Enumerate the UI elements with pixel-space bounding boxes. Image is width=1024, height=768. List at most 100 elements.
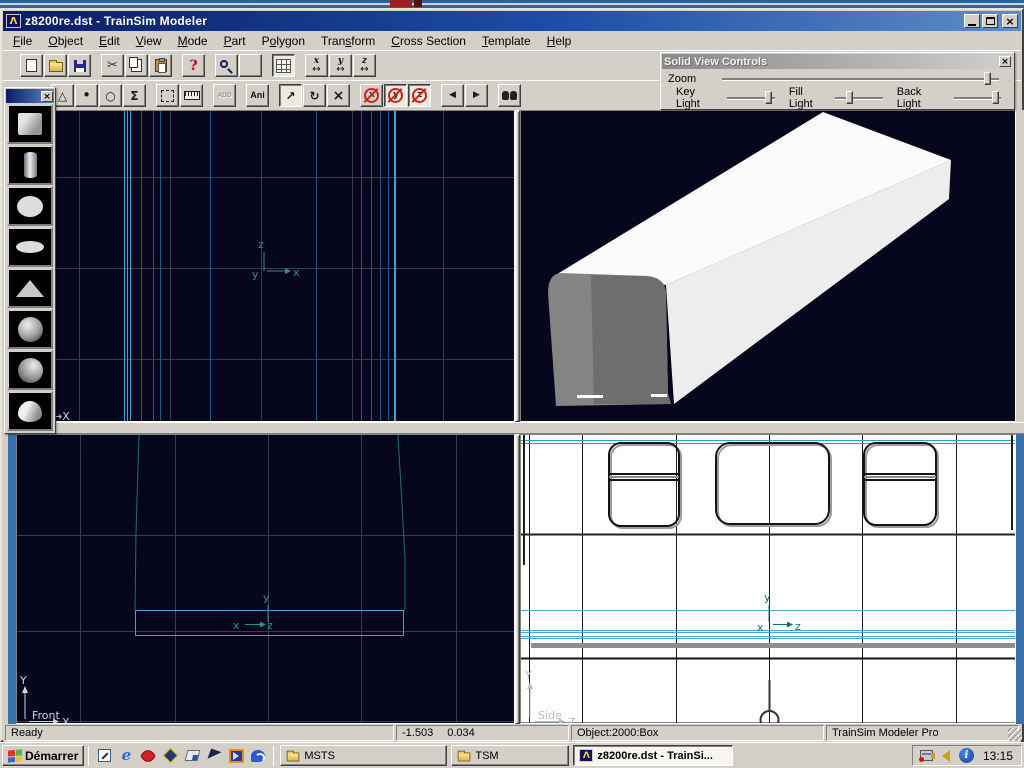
menu-item-part[interactable]: Part (216, 33, 254, 49)
geosphere-primitive-button[interactable] (7, 309, 53, 349)
viewport-front-view[interactable]: y x z Y Front X (16, 434, 515, 724)
back-light-slider[interactable] (954, 91, 1001, 104)
lock-y-button[interactable]: y (384, 84, 407, 107)
lock-z-button[interactable]: z (408, 84, 431, 107)
maximize-button[interactable] (982, 14, 998, 28)
zoom-slider[interactable] (722, 72, 999, 85)
toolbar-separator (92, 54, 101, 77)
pattern-app-icon[interactable] (161, 747, 179, 765)
zoom-out-button[interactable] (239, 54, 262, 77)
cone-primitive-button[interactable] (7, 268, 53, 308)
grid-toggle-button[interactable] (272, 54, 295, 77)
menu-item-file[interactable]: File (5, 33, 40, 49)
task-button-tsm[interactable]: TSM (451, 745, 569, 766)
messenger-icon[interactable] (249, 747, 267, 765)
messenger-info-tray-icon[interactable]: i (959, 748, 974, 763)
cut-button[interactable]: ✂ (101, 54, 124, 77)
start-button[interactable]: Démarrer (2, 745, 84, 766)
animation-button[interactable]: Ani (246, 84, 269, 107)
prev-part-button[interactable]: ◀ (441, 84, 464, 107)
volume-tray-icon[interactable] (939, 749, 954, 763)
viewport-area: z y x →X (4, 110, 1024, 724)
viewport-top-view[interactable]: z y x →X (8, 110, 515, 422)
viewport-side-view[interactable]: y x z Y Side Z (520, 434, 1016, 724)
show-desktop-icon[interactable] (95, 747, 113, 765)
rotate-tool-button[interactable]: ↻ (303, 84, 326, 107)
zoom-slider-thumb[interactable] (984, 72, 991, 85)
menu-item-cross-section[interactable]: Cross Section (383, 33, 474, 49)
menu-item-mode[interactable]: Mode (170, 33, 216, 49)
solid-view-controls-title-bar[interactable]: Solid View Controls × (662, 54, 1013, 69)
resize-grip[interactable] (1008, 728, 1021, 741)
fill-light-slider-thumb[interactable] (846, 91, 853, 104)
close-button[interactable]: × (1002, 14, 1018, 28)
key-light-slider[interactable] (727, 91, 774, 104)
copy-button[interactable] (125, 54, 148, 77)
menu-item-transform[interactable]: Transform (313, 33, 383, 49)
title-bar[interactable]: Λ z8200re.dst - TrainSim Modeler × (3, 11, 1021, 31)
back-light-slider-thumb[interactable] (992, 91, 999, 104)
measure-ruler-button[interactable] (180, 84, 203, 107)
palette-title-bar[interactable]: × (6, 89, 54, 103)
open-file-button[interactable] (44, 54, 67, 77)
point-button[interactable]: • (75, 84, 98, 107)
cursor-app-glyph (207, 748, 221, 762)
add-points-button[interactable]: ADD (213, 84, 236, 107)
menu-item-help[interactable]: Help (539, 33, 580, 49)
cylinder-primitive-button[interactable] (7, 145, 53, 185)
system-tray: i 13:15 (912, 745, 1022, 766)
fill-light-slider[interactable] (835, 91, 882, 104)
zoom-in-button[interactable] (215, 54, 238, 77)
z-constraint-button[interactable]: z↔ (353, 54, 376, 77)
menu-item-polygon[interactable]: Polygon (254, 33, 313, 49)
x-constraint-icon: x↔ (312, 57, 320, 75)
task-button-z8200re-dst-trainsi[interactable]: Λz8200re.dst - TrainSi... (573, 745, 733, 766)
app-icon: Λ (6, 14, 21, 28)
help-button[interactable]: ? (182, 54, 205, 77)
tag-app-icon[interactable] (183, 747, 201, 765)
fill-light-slider-label: Fill Light (789, 86, 830, 110)
box-primitive-button[interactable] (7, 104, 53, 144)
move-tool-button[interactable]: ↗ (279, 84, 302, 107)
panel-close-button[interactable]: × (999, 56, 1011, 67)
flat-sphere-primitive-button[interactable] (7, 227, 53, 267)
menu-item-template[interactable]: Template (474, 33, 539, 49)
sphere-primitive-button[interactable] (7, 186, 53, 226)
circle-button[interactable]: ○ (99, 84, 122, 107)
menu-item-object[interactable]: Object (40, 33, 91, 49)
vertical-splitter[interactable] (515, 110, 520, 422)
task-button-msts[interactable]: MSTS (280, 745, 447, 766)
menu-item-edit[interactable]: Edit (91, 33, 128, 49)
cursor-app-icon[interactable] (205, 747, 223, 765)
new-document-button[interactable] (20, 54, 43, 77)
y-constraint-button[interactable]: y↔ (329, 54, 352, 77)
minimize-button[interactable] (964, 14, 980, 28)
taskbar-clock: 13:15 (979, 749, 1013, 763)
save-file-button[interactable] (68, 54, 91, 77)
svg-text:Y: Y (19, 674, 27, 687)
x-constraint-button[interactable]: x↔ (305, 54, 328, 77)
red-star-app-icon[interactable] (139, 747, 157, 765)
paste-button[interactable] (149, 54, 172, 77)
sigma-button[interactable]: Σ (123, 84, 146, 107)
lock-x-button[interactable]: x (360, 84, 383, 107)
z-constraint-icon: z↔ (360, 57, 368, 75)
geosphere-alt-primitive-button[interactable] (7, 350, 53, 390)
dome-primitive-button[interactable] (7, 391, 53, 431)
media-player-icon[interactable] (227, 747, 245, 765)
select-marquee-button[interactable] (156, 84, 179, 107)
axis-label-left: x (757, 621, 764, 634)
internet-explorer-icon[interactable]: e (117, 747, 135, 765)
key-light-slider-thumb[interactable] (765, 91, 772, 104)
locked-axis-letter: y (393, 91, 399, 100)
toolbar-separator (206, 54, 215, 77)
next-part-button[interactable]: ▶ (465, 84, 488, 107)
horizontal-splitter[interactable] (4, 422, 1024, 434)
key-light-slider-label: Key Light (676, 86, 721, 110)
palette-close-button[interactable]: × (41, 91, 53, 102)
find-button[interactable] (498, 84, 521, 107)
menu-item-view[interactable]: View (128, 33, 170, 49)
paste-icon (155, 59, 167, 72)
scale-tool-button[interactable]: × (327, 84, 350, 107)
viewport-solid-view[interactable] (520, 110, 1016, 422)
